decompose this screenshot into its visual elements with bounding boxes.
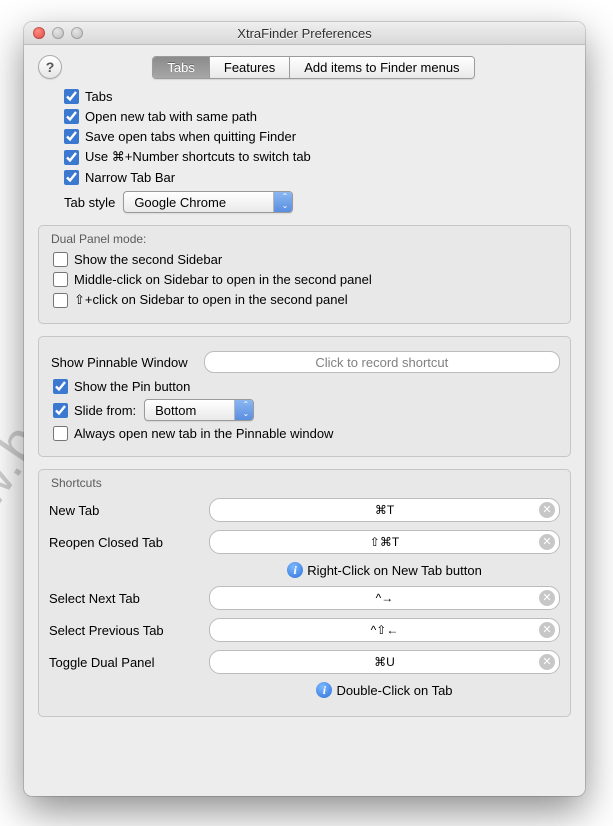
check-show-pin-label: Show the Pin button	[74, 379, 190, 394]
check-shift-click-label: ⇧+click on Sidebar to open in the second…	[74, 292, 348, 308]
clear-icon[interactable]: ✕	[539, 502, 555, 518]
check-open-same-path-label: Open new tab with same path	[85, 109, 257, 124]
check-cmd-number[interactable]	[64, 150, 79, 165]
info-icon: i	[287, 562, 303, 578]
shortcut-next-tab-value: ^→	[376, 591, 394, 605]
shortcut-reopen-value: ⇧⌘T	[370, 535, 399, 549]
clear-icon[interactable]: ✕	[539, 590, 555, 606]
check-shift-click[interactable]	[53, 293, 68, 308]
group-shortcuts-title: Shortcuts	[51, 476, 560, 490]
check-slide-from[interactable]	[53, 403, 68, 418]
window-title: XtraFinder Preferences	[24, 26, 585, 41]
slide-from-label: Slide from:	[74, 403, 136, 418]
check-save-tabs[interactable]	[64, 129, 79, 144]
group-dual-panel-title: Dual Panel mode:	[51, 232, 560, 246]
tab-add-items[interactable]: Add items to Finder menus	[290, 57, 473, 78]
shortcut-prev-tab-field[interactable]: ^⇧← ✕	[209, 618, 560, 642]
prefs-window: XtraFinder Preferences ? Tabs Features A…	[24, 22, 585, 796]
shortcut-reopen-field[interactable]: ⇧⌘T ✕	[209, 530, 560, 554]
slide-from-select[interactable]: Bottom	[144, 399, 254, 421]
pinnable-shortcut-field[interactable]: Click to record shortcut	[204, 351, 560, 373]
group-dual-panel: Dual Panel mode: Show the second Sidebar…	[38, 225, 571, 324]
shortcut-next-tab-label: Select Next Tab	[49, 591, 209, 606]
group-pinnable: Show Pinnable Window Click to record sho…	[38, 336, 571, 457]
hint-double-click: i Double-Click on Tab	[209, 682, 560, 698]
tab-features[interactable]: Features	[210, 57, 290, 78]
check-cmd-number-label: Use ⌘+Number shortcuts to switch tab	[85, 149, 311, 165]
clear-icon[interactable]: ✕	[539, 622, 555, 638]
tab-style-label: Tab style	[64, 195, 115, 210]
shortcut-toggle-dual-value: ⌘U	[374, 655, 395, 669]
info-icon: i	[316, 682, 332, 698]
shortcut-prev-tab-label: Select Previous Tab	[49, 623, 209, 638]
check-second-sidebar-label: Show the second Sidebar	[74, 252, 222, 267]
check-show-pin[interactable]	[53, 379, 68, 394]
check-always-pinnable[interactable]	[53, 426, 68, 441]
shortcut-toggle-dual-label: Toggle Dual Panel	[49, 655, 209, 670]
tab-tabs[interactable]: Tabs	[153, 57, 209, 78]
check-tabs[interactable]	[64, 89, 79, 104]
shortcut-next-tab-field[interactable]: ^→ ✕	[209, 586, 560, 610]
hint-new-tab-text: Right-Click on New Tab button	[307, 563, 482, 578]
clear-icon[interactable]: ✕	[539, 654, 555, 670]
pinnable-shortcut-placeholder: Click to record shortcut	[315, 355, 448, 370]
hint-new-tab: i Right-Click on New Tab button	[209, 562, 560, 578]
content-area: ? Tabs Features Add items to Finder menu…	[24, 45, 585, 731]
check-middle-click[interactable]	[53, 272, 68, 287]
slide-from-select-wrap: Bottom	[144, 399, 254, 421]
check-second-sidebar[interactable]	[53, 252, 68, 267]
check-middle-click-label: Middle-click on Sidebar to open in the s…	[74, 272, 372, 287]
tab-style-select[interactable]: Google Chrome	[123, 191, 293, 213]
title-bar: XtraFinder Preferences	[24, 22, 585, 45]
main-check-list: Tabs Open new tab with same path Save op…	[38, 89, 571, 213]
check-open-same-path[interactable]	[64, 109, 79, 124]
shortcut-reopen-label: Reopen Closed Tab	[49, 535, 209, 550]
check-save-tabs-label: Save open tabs when quitting Finder	[85, 129, 296, 144]
shortcut-toggle-dual-field[interactable]: ⌘U ✕	[209, 650, 560, 674]
check-tabs-label: Tabs	[85, 89, 112, 104]
shortcut-new-tab-value: ⌘T	[375, 503, 394, 517]
segmented-tabs: Tabs Features Add items to Finder menus	[152, 56, 474, 79]
clear-icon[interactable]: ✕	[539, 534, 555, 550]
shortcut-prev-tab-value: ^⇧←	[371, 623, 399, 637]
pinnable-show-label: Show Pinnable Window	[51, 355, 188, 370]
canvas: www.best-mac-tips.com XtraFinder Prefere…	[0, 0, 613, 826]
check-narrow-tabbar-label: Narrow Tab Bar	[85, 170, 175, 185]
group-shortcuts: Shortcuts New Tab ⌘T ✕ Reopen Closed Tab…	[38, 469, 571, 717]
help-button[interactable]: ?	[38, 55, 62, 79]
tab-bar-row: ? Tabs Features Add items to Finder menu…	[38, 55, 571, 79]
hint-double-click-text: Double-Click on Tab	[336, 683, 452, 698]
shortcut-new-tab-label: New Tab	[49, 503, 209, 518]
check-narrow-tabbar[interactable]	[64, 170, 79, 185]
tab-style-select-wrap: Google Chrome	[123, 191, 293, 213]
check-always-pinnable-label: Always open new tab in the Pinnable wind…	[74, 426, 333, 441]
shortcut-new-tab-field[interactable]: ⌘T ✕	[209, 498, 560, 522]
